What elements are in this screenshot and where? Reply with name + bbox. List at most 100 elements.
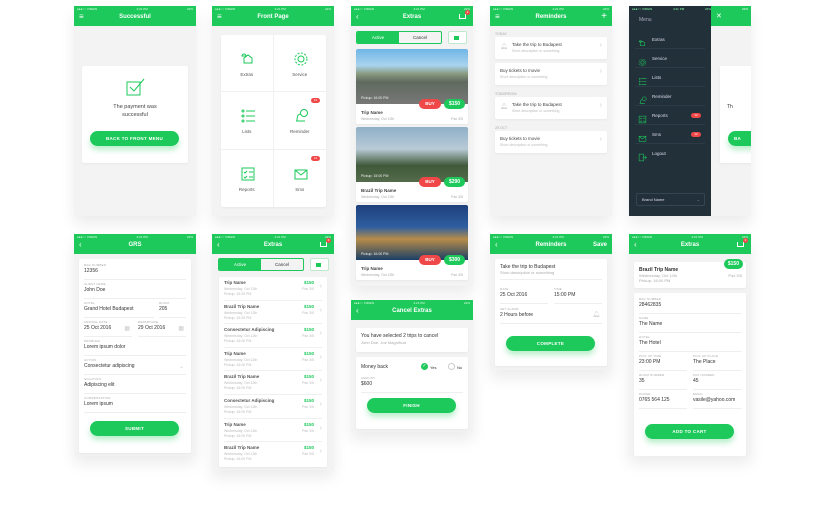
menu-item-reports[interactable]: Reports 12 (635, 106, 705, 125)
solution-label: SOLUTION (84, 377, 101, 381)
tab-cancel[interactable]: Cancel (399, 32, 441, 43)
reminder-item[interactable]: 🔔︎ Take the trip to Budapest Short descrip… (495, 97, 607, 119)
reminder-title: Take the trip to Budapest (512, 42, 562, 47)
drawer: ●●●○○ VIRGIN 4:21 PM 22% Menu Extras Servic… (629, 6, 711, 216)
trip-date: Wednesday, Oct 12th (361, 117, 395, 121)
trip-row[interactable]: Trip Name Wednesday, Oct 12th Pickup: 16:0… (224, 277, 322, 301)
time-field[interactable]: TIME 15:00 PM (554, 285, 602, 304)
phone-field[interactable]: PHONE 0765 564 125 (639, 390, 687, 409)
bag-field[interactable]: BAG NUMBER 12356 (84, 261, 186, 280)
compensation-field[interactable]: COMPENSATION Lorem ipsum (84, 394, 186, 413)
submit-button[interactable]: SUBMIT (90, 421, 179, 436)
date-field[interactable]: DATE 25 Oct 2016 (500, 285, 548, 304)
add-icon[interactable]: + (601, 12, 607, 22)
hotel-label: HOTEL (639, 335, 651, 339)
tab-active[interactable]: Active (357, 32, 399, 43)
solution-field[interactable]: SOLUTION Adipiscing elit (84, 375, 186, 394)
reminder-title-field[interactable]: Take the trip to Budapest Short descripti… (500, 262, 602, 280)
buy-button[interactable]: BUY (419, 177, 441, 187)
problem-field[interactable]: PROBLEM Lorem ipsum dolor (84, 337, 186, 356)
reminder-title: Buy tickets to movie (500, 136, 541, 141)
trip-row[interactable]: Brazil Trip Name Wednesday, Oct 12th Picku… (224, 301, 322, 325)
add-to-cart-button[interactable]: ADD TO CART (645, 424, 734, 439)
trip-pax: Pax 3/5 (302, 287, 314, 291)
menu-item-sms[interactable]: Sms 12 (635, 125, 705, 144)
hotel-field[interactable]: HOTEL Grand Hotel Budapest (84, 299, 154, 318)
amount-field[interactable]: AMOUNT $600 (361, 374, 463, 393)
close-icon[interactable]: ✕ (716, 13, 722, 21)
buy-button[interactable]: BUY (419, 255, 441, 265)
reminder-desc: Short description or something (500, 270, 555, 275)
room-field[interactable]: ROOM NUMBER 35 (639, 371, 687, 390)
tile-sms[interactable]: Sms 12 (274, 150, 327, 207)
view-toggle-button[interactable] (448, 31, 467, 44)
complete-button[interactable]: COMPLETE (506, 336, 595, 351)
menu-item-service[interactable]: Service (635, 49, 705, 68)
checkmark-icon (126, 78, 145, 96)
reminder-item[interactable]: Buy tickets to movie Short description or… (495, 63, 607, 85)
clock: 4:21 PM (413, 301, 425, 305)
pickup_place-value: The Place (693, 359, 716, 365)
trip-pickup: Pickup: 16:00 PM (224, 315, 252, 320)
menu-item-extras[interactable]: Extras (635, 30, 705, 49)
pax-field[interactable]: PAX NUMBER 45 (693, 371, 741, 390)
tile-extras[interactable]: Extras (221, 35, 274, 93)
arrival-field[interactable]: ARRIVAL DATE 25 Oct 2016 ▦ (84, 318, 132, 337)
guest-value: John Doe (84, 287, 106, 293)
brand-select[interactable]: Brand Name ⌄ (636, 193, 705, 206)
yes-radio[interactable]: ✓ (421, 363, 428, 370)
menu-item-reminder[interactable]: Reminder (635, 87, 705, 106)
tile-lists[interactable]: Lists (221, 92, 274, 150)
tab-active[interactable]: Active (219, 259, 261, 270)
tile-reminder[interactable]: Reminder 12 (273, 92, 326, 150)
chevron-right-icon: › (319, 377, 322, 385)
back-to-front-menu-button[interactable]: BACK TO FRONT MENU (90, 131, 179, 146)
calendar-icon: ▦ (178, 326, 184, 332)
trip-row[interactable]: Consectetur Adipiscing Wednesday, Oct 12t… (224, 395, 322, 419)
page-title: Cancel Extras (392, 308, 432, 314)
pickup_place-label: PICK UP PLACE (693, 354, 719, 358)
trip-row[interactable]: Brazil Trip Name Wednesday, Oct 12th Picku… (224, 442, 322, 466)
room-field[interactable]: ROOM 205 (159, 299, 186, 318)
price-badge: $150 (723, 259, 743, 269)
bkg-field[interactable]: BKG NUMBER 28462835 (639, 295, 741, 314)
reminder-item[interactable]: 🔔︎ Take the trip to Budapest Short descrip… (495, 37, 607, 59)
trip-row[interactable]: Brazil Trip Name Wednesday, Oct 12th Picku… (224, 371, 322, 395)
alarm-field[interactable]: SET ALARM 2 Hours before 🔔︎ (500, 305, 602, 324)
no-radio[interactable] (448, 363, 455, 370)
tile-service[interactable]: Service (273, 35, 326, 93)
view-toggle-button[interactable] (310, 258, 329, 271)
trip-card[interactable]: Pickup: 16:00 PM BUY $300 Trip Name Wednesda… (356, 205, 468, 280)
name-field[interactable]: NAME The Name (639, 314, 741, 333)
tile-reports[interactable]: Reports (221, 149, 274, 207)
trip-row[interactable]: Consectetur Adipiscing Wednesday, Oct 12t… (224, 324, 322, 348)
chevron-right-icon: › (319, 448, 322, 456)
compensation-value: Lorem ipsum (84, 401, 113, 407)
departure-field[interactable]: DEPARTURE 29 Oct 2016 ▦ (138, 318, 186, 337)
reminder-item[interactable]: Buy tickets to movie Short description or… (495, 131, 607, 153)
pickup_time-field[interactable]: PICK UP TIME 23:00 PM (639, 352, 687, 371)
trip-row[interactable]: Trip Name Wednesday, Oct 12th Pickup: 16:0… (224, 419, 322, 443)
cart-icon[interactable]: 3 (459, 10, 470, 19)
name-label: NAME (639, 316, 649, 320)
clock: 4:21 PM (413, 7, 425, 11)
pickup_place-field[interactable]: PICK UP PLACE The Place (693, 352, 741, 371)
trip-card[interactable]: Pickup: 16:00 PM BUY $150 Trip Name Wednesda… (356, 49, 468, 124)
menu-item-lists[interactable]: Lists (635, 68, 705, 87)
action-field[interactable]: ACTION Consectetur adipiscing ⌄ (84, 356, 186, 375)
finish-button[interactable]: FINISH (367, 398, 456, 413)
save-button[interactable]: Save (593, 241, 607, 249)
guest-field[interactable]: GUEST NAME John Doe (84, 280, 186, 299)
trip-card[interactable]: Pickup: 15:00 PM BUY $290 Brazil Trip Name W… (356, 127, 468, 202)
trip-row[interactable]: Trip Name Wednesday, Oct 12th Pickup: 16:0… (224, 348, 322, 372)
cart-icon[interactable]: 3 (737, 238, 748, 247)
clock: 4:21 PM (552, 235, 564, 239)
email-field[interactable]: EMAIL vasile@yahoo.com (693, 390, 741, 409)
price-badge: $290 (444, 177, 465, 187)
grs-form: BAG NUMBER 12356 GUEST NAME John Doe HOTEL Gr… (79, 259, 191, 453)
tab-cancel[interactable]: Cancel (261, 259, 303, 270)
buy-button[interactable]: BUY (419, 99, 441, 109)
hotel-field[interactable]: HOTEL The Hotel (639, 333, 741, 352)
cart-icon[interactable]: 3 (320, 238, 331, 247)
menu-item-logout[interactable]: Logout (635, 144, 705, 163)
